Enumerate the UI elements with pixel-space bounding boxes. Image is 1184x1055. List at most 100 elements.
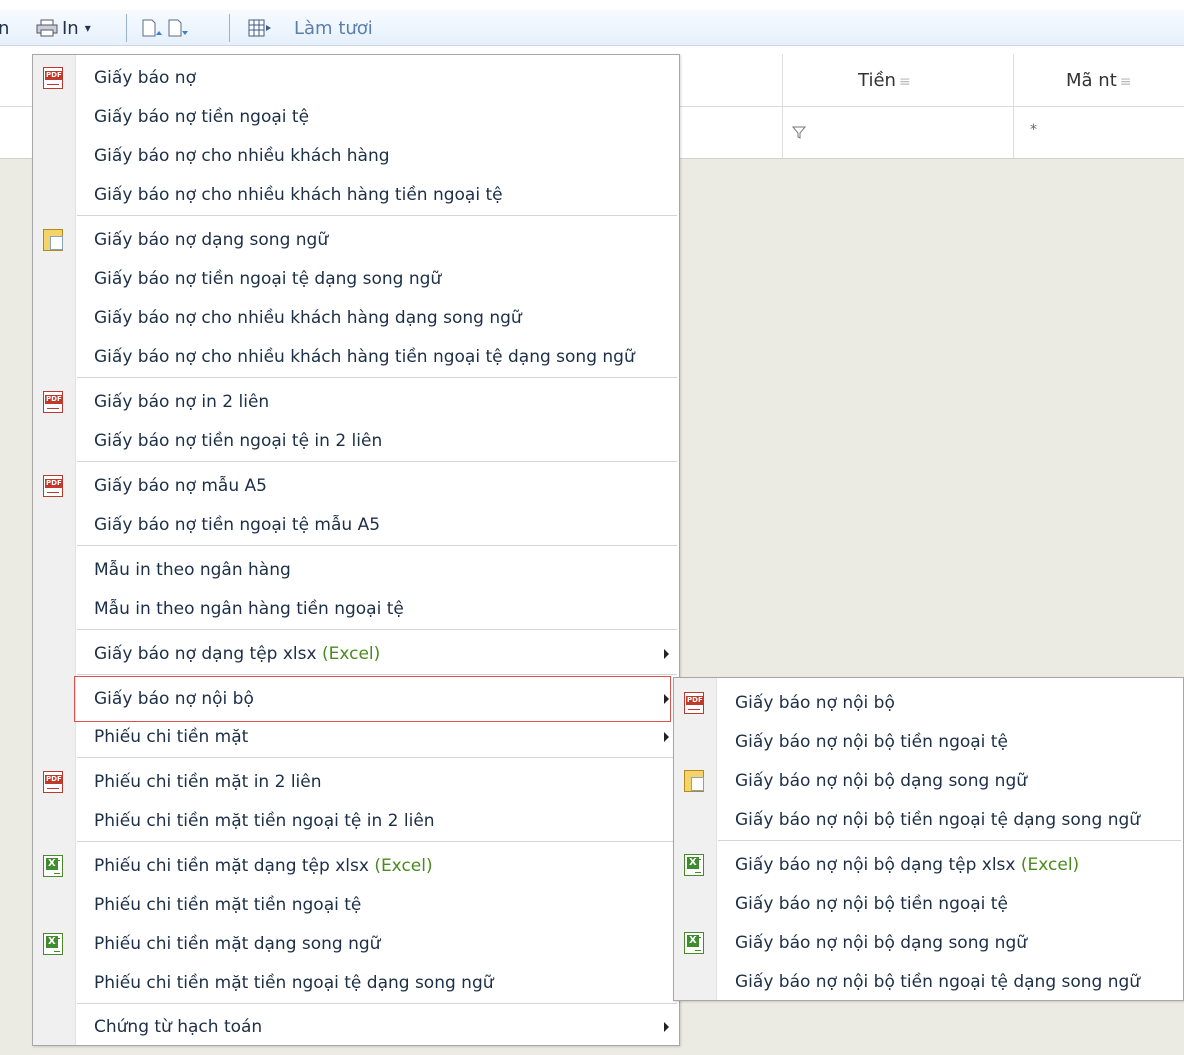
pdf-icon <box>43 771 63 793</box>
menu-item-label: Phiếu chi tiền mặt dạng tệp xlsx (Excel) <box>94 855 433 876</box>
submenu-item-label: Giấy báo nợ nội bộ tiền ngoại tệ dạng so… <box>735 809 1141 830</box>
column-header-label: Mã nt <box>1066 70 1117 91</box>
menu-item-chung-tu-submenu[interactable]: Chứng từ hạch toán <box>33 1007 679 1046</box>
submenu-item[interactable]: Giấy báo nợ nội bộ tiền ngoại tệ dạng so… <box>674 962 1183 1001</box>
menu-item[interactable]: Mẫu in theo ngân hàng <box>33 550 679 589</box>
filter-icon[interactable] <box>792 126 806 139</box>
submenu-item[interactable]: Giấy báo nợ nội bộ <box>674 683 1183 722</box>
column-header-tien[interactable]: Tiền ≡ <box>858 70 913 91</box>
menu-item[interactable]: Giấy báo nợ <box>33 58 679 97</box>
menu-item-label: Phiếu chi tiền mặt tiền ngoại tệ in 2 li… <box>94 810 435 831</box>
menu-item[interactable]: Giấy báo nợ cho nhiều khách hàng <box>33 136 679 175</box>
move-down-button[interactable] <box>167 16 189 40</box>
menu-separator <box>77 674 677 675</box>
column-divider <box>1013 54 1014 106</box>
menu-item-label: Giấy báo nợ tiền ngoại tệ in 2 liên <box>94 430 383 451</box>
excel-bilingual-icon <box>43 933 63 955</box>
table-columns-icon <box>248 19 271 37</box>
toolbar-separator <box>126 14 127 42</box>
bilingual-icon <box>684 770 704 792</box>
menu-separator <box>77 461 677 462</box>
submenu-item-label: Giấy báo nợ nội bộ tiền ngoại tệ <box>735 893 1008 914</box>
submenu-item[interactable]: Giấy báo nợ nội bộ dạng song ngữ <box>674 923 1183 962</box>
submenu-item[interactable]: Giấy báo nợ nội bộ tiền ngoại tệ dạng so… <box>674 800 1183 839</box>
submenu-item[interactable]: Giấy báo nợ nội bộ tiền ngoại tệ <box>674 884 1183 923</box>
pdf-icon <box>684 692 704 714</box>
pdf-icon <box>43 391 63 413</box>
chevron-down-icon: ▾ <box>84 21 91 35</box>
menu-item[interactable]: Giấy báo nợ tiền ngoại tệ in 2 liên <box>33 421 679 460</box>
printer-icon <box>36 19 58 37</box>
menu-item-label: Phiếu chi tiền mặt tiền ngoại tệ dạng so… <box>94 972 494 993</box>
column-header-label: Tiền <box>858 70 896 91</box>
menu-separator <box>77 1003 677 1004</box>
sort-icon: ≡ <box>898 74 911 90</box>
menu-item-phieu-chi-submenu[interactable]: Phiếu chi tiền mặt <box>33 717 679 756</box>
toolbar-fragment-text: n <box>0 17 10 39</box>
menu-item[interactable]: Giấy báo nợ cho nhiều khách hàng dạng so… <box>33 298 679 337</box>
menu-item[interactable]: Giấy báo nợ dạng song ngữ <box>33 220 679 259</box>
submenu-item-label: Giấy báo nợ nội bộ <box>735 692 895 713</box>
menu-item-label: Mẫu in theo ngân hàng tiền ngoại tệ <box>94 598 404 619</box>
menu-separator <box>77 757 677 758</box>
pdf-icon <box>43 67 63 89</box>
menu-separator <box>77 545 677 546</box>
menu-item[interactable]: Phiếu chi tiền mặt in 2 liên <box>33 762 679 801</box>
menu-separator <box>718 840 1181 841</box>
menu-item-xlsx-submenu[interactable]: Giấy báo nợ dạng tệp xlsx (Excel) <box>33 634 679 673</box>
menu-item-label: Chứng từ hạch toán <box>94 1016 263 1037</box>
menu-item[interactable]: Giấy báo nợ tiền ngoại tệ mẫu A5 <box>33 505 679 544</box>
menu-item[interactable]: Phiếu chi tiền mặt tiền ngoại tệ dạng so… <box>33 963 679 1002</box>
menu-item[interactable]: Giấy báo nợ tiền ngoại tệ dạng song ngữ <box>33 259 679 298</box>
menu-item[interactable]: Phiếu chi tiền mặt dạng song ngữ <box>33 924 679 963</box>
menu-item-label: Giấy báo nợ cho nhiều khách hàng tiền ng… <box>94 184 503 205</box>
menu-separator <box>77 629 677 630</box>
menu-item-label: Giấy báo nợ tiền ngoại tệ dạng song ngữ <box>94 268 442 289</box>
submenu-item[interactable]: Giấy báo nợ nội bộ dạng song ngữ <box>674 761 1183 800</box>
menu-item-label: Giấy báo nợ cho nhiều khách hàng dạng so… <box>94 307 522 328</box>
submenu-arrow-icon <box>664 1022 669 1032</box>
submenu-item[interactable]: Giấy báo nợ nội bộ dạng tệp xlsx (Excel) <box>674 845 1183 884</box>
hover-highlight <box>74 676 671 722</box>
menu-item-label: Phiếu chi tiền mặt <box>94 726 249 747</box>
excel-icon <box>684 854 704 876</box>
menu-item-label: Phiếu chi tiền mặt dạng song ngữ <box>94 933 381 954</box>
print-menu: Giấy báo nợ Giấy báo nợ tiền ngoại tệ Gi… <box>32 54 680 1046</box>
menu-item[interactable]: Giấy báo nợ mẫu A5 <box>33 466 679 505</box>
menu-item[interactable]: Phiếu chi tiền mặt dạng tệp xlsx (Excel) <box>33 846 679 885</box>
menu-item-label: Giấy báo nợ dạng song ngữ <box>94 229 329 250</box>
menu-item-label: Phiếu chi tiền mặt tiền ngoại tệ <box>94 894 362 915</box>
menu-item-label: Giấy báo nợ in 2 liên <box>94 391 270 412</box>
menu-item-label: Mẫu in theo ngân hàng <box>94 559 291 580</box>
menu-item-label: Phiếu chi tiền mặt in 2 liên <box>94 771 322 792</box>
print-button[interactable]: In ▾ <box>36 16 91 40</box>
column-divider <box>1013 107 1014 158</box>
column-divider <box>782 54 783 106</box>
menu-item-label: Giấy báo nợ tiền ngoại tệ mẫu A5 <box>94 514 381 535</box>
sort-icon: ≡ <box>1119 74 1132 90</box>
menu-item[interactable]: Giấy báo nợ tiền ngoại tệ <box>33 97 679 136</box>
menu-item-label: Giấy báo nợ mẫu A5 <box>94 475 267 496</box>
toolbar-separator <box>229 14 230 42</box>
menu-separator <box>77 377 677 378</box>
menu-item[interactable]: Giấy báo nợ cho nhiều khách hàng tiền ng… <box>33 175 679 214</box>
submenu-item-label: Giấy báo nợ nội bộ tiền ngoại tệ <box>735 731 1008 752</box>
menu-item[interactable]: Phiếu chi tiền mặt tiền ngoại tệ <box>33 885 679 924</box>
menu-item-label: Giấy báo nợ <box>94 67 196 88</box>
submenu-item[interactable]: Giấy báo nợ nội bộ tiền ngoại tệ <box>674 722 1183 761</box>
document-down-icon <box>168 19 188 37</box>
refresh-button[interactable]: Làm tươi <box>294 16 373 40</box>
menu-item-label: Giấy báo nợ cho nhiều khách hàng tiền ng… <box>94 346 635 367</box>
menu-item[interactable]: Giấy báo nợ cho nhiều khách hàng tiền ng… <box>33 337 679 376</box>
pdf-icon <box>43 475 63 497</box>
column-header-ma-nt[interactable]: Mã nt ≡ <box>1066 70 1134 91</box>
menu-item[interactable]: Giấy báo nợ in 2 liên <box>33 382 679 421</box>
menu-item[interactable]: Mẫu in theo ngân hàng tiền ngoại tệ <box>33 589 679 628</box>
submenu-arrow-icon <box>664 649 669 659</box>
menu-item[interactable]: Phiếu chi tiền mặt tiền ngoại tệ in 2 li… <box>33 801 679 840</box>
bilingual-icon <box>43 229 63 251</box>
filter-star[interactable]: * <box>1030 122 1037 138</box>
submenu-arrow-icon <box>664 732 669 742</box>
column-settings-button[interactable] <box>248 16 272 40</box>
move-up-button[interactable] <box>141 16 163 40</box>
